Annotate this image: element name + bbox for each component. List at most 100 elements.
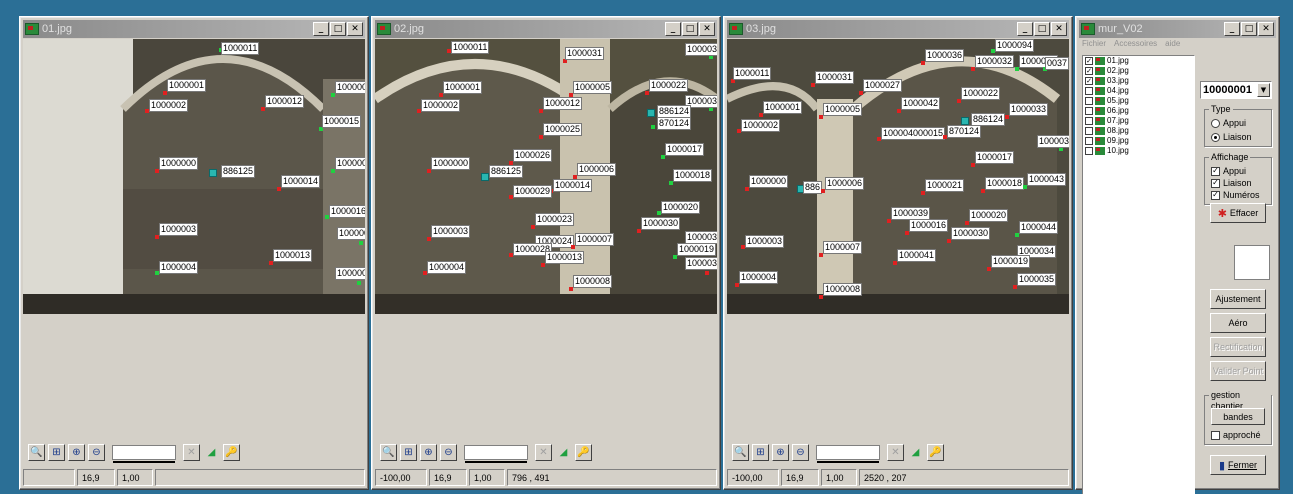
zoom-in-icon[interactable]: ⊕ (68, 443, 85, 461)
zoom-out-icon[interactable]: ⊖ (792, 443, 809, 461)
type-appui-option[interactable]: Appui (1211, 118, 1246, 128)
selected-point-marker[interactable] (209, 169, 217, 177)
checkbox-approche[interactable] (1211, 430, 1220, 440)
image-checkbox[interactable] (1085, 137, 1093, 145)
selected-point-marker[interactable] (961, 117, 969, 125)
cancel-icon[interactable]: ✕ (887, 443, 904, 461)
minimize-button[interactable]: _ (313, 22, 329, 36)
image-checkbox[interactable] (1085, 97, 1093, 105)
image-list-item[interactable]: 04.jpg (1083, 86, 1194, 96)
measure-icon[interactable]: ◢ (203, 444, 220, 461)
ajustement-button[interactable]: Ajustement (1210, 289, 1266, 309)
image-list-item[interactable]: 07.jpg (1083, 116, 1194, 126)
checkbox-liaison[interactable]: ✓ (1211, 178, 1220, 188)
approche-option[interactable]: approché (1211, 430, 1261, 440)
point-marker[interactable] (359, 241, 363, 245)
menu-fichier[interactable]: Fichier (1082, 39, 1106, 53)
window-title: mur_V02 (1098, 23, 1143, 35)
fit-view-icon[interactable]: ⊞ (400, 443, 417, 461)
fit-view-icon[interactable]: ⊞ (48, 443, 65, 461)
measure-icon[interactable]: ◢ (555, 444, 572, 461)
window-titlebar[interactable]: 01.jpg _ □ ✕ (23, 20, 365, 38)
menu-accessoires[interactable]: Accessoires (1114, 39, 1157, 53)
erase-button[interactable]: ✱ Effacer (1210, 203, 1266, 223)
fermer-button[interactable]: ▮ Fermer (1210, 455, 1266, 475)
zoom-slider[interactable] (464, 444, 528, 463)
photo-view[interactable]: 1000011 1000001 1000002 1000012 1000005 10000… (23, 39, 365, 314)
image-checkbox[interactable] (1085, 117, 1093, 125)
zoom-in-icon[interactable]: ⊕ (772, 443, 789, 461)
maximize-button[interactable]: □ (1034, 22, 1050, 36)
menu-aide[interactable]: aide (1165, 39, 1180, 53)
selected-point-marker[interactable] (647, 109, 655, 117)
selected-point-marker[interactable] (481, 173, 489, 181)
photo-view[interactable]: 1000011 1000031 1000032 1000001 1000005 10000… (375, 39, 717, 314)
image-list-item[interactable]: 09.jpg (1083, 136, 1194, 146)
zoom-slider[interactable] (112, 444, 176, 463)
zoom-out-icon[interactable]: ⊖ (88, 443, 105, 461)
display-liaison-option[interactable]: ✓ Liaison (1211, 178, 1252, 188)
image-list-item[interactable]: 08.jpg (1083, 126, 1194, 136)
key-icon[interactable]: 🔑 (927, 443, 944, 461)
window-titlebar[interactable]: 03.jpg _ □ ✕ (727, 20, 1069, 38)
zoom-icon[interactable]: 🔍 (380, 443, 397, 461)
image-checkbox[interactable] (1085, 87, 1093, 95)
radio-appui[interactable] (1211, 118, 1220, 128)
cancel-icon[interactable]: ✕ (535, 443, 552, 461)
image-list-item[interactable]: 05.jpg (1083, 96, 1194, 106)
rectification-button[interactable]: Rectification (1210, 337, 1266, 357)
point-label: 1000011 (451, 41, 490, 54)
maximize-button[interactable]: □ (1241, 22, 1257, 36)
point-marker[interactable] (705, 271, 709, 275)
zoom-in-icon[interactable]: ⊕ (420, 443, 437, 461)
zoom-slider[interactable] (816, 444, 880, 463)
fit-view-icon[interactable]: ⊞ (752, 443, 769, 461)
key-icon[interactable]: 🔑 (575, 443, 592, 461)
cancel-icon[interactable]: ✕ (183, 443, 200, 461)
image-checkbox[interactable]: ✓ (1085, 77, 1093, 85)
image-icon (1095, 107, 1105, 115)
zoom-out-icon[interactable]: ⊖ (440, 443, 457, 461)
measure-icon[interactable]: ◢ (907, 444, 924, 461)
photo-view[interactable]: 1000094 1000036 1000032 1000093 0037 1000011 1… (727, 39, 1069, 314)
point-marker[interactable] (357, 281, 361, 285)
image-checkbox[interactable]: ✓ (1085, 67, 1093, 75)
image-checkbox[interactable] (1085, 147, 1093, 155)
checkbox-appui[interactable]: ✓ (1211, 166, 1220, 176)
image-list[interactable]: ✓ 01.jpg ✓ 02.jpg ✓ 03.jpg 04.jpg 05.jpg 06.jpg 0… (1082, 55, 1195, 494)
zoom-icon[interactable]: 🔍 (28, 443, 45, 461)
checkbox-numeros[interactable]: ✓ (1211, 190, 1220, 200)
image-list-item[interactable]: ✓ 02.jpg (1083, 66, 1194, 76)
image-list-item[interactable]: 06.jpg (1083, 106, 1194, 116)
point-label: 1000011 (221, 42, 260, 55)
radio-liaison[interactable] (1211, 132, 1220, 142)
image-list-item[interactable]: 10.jpg (1083, 146, 1194, 156)
image-checkbox[interactable] (1085, 127, 1093, 135)
image-checkbox[interactable]: ✓ (1085, 57, 1093, 65)
window-titlebar[interactable]: 02.jpg _ □ ✕ (375, 20, 717, 38)
image-checkbox[interactable] (1085, 107, 1093, 115)
aero-button[interactable]: Aéro (1210, 313, 1266, 333)
close-button[interactable]: ✕ (347, 22, 363, 36)
minimize-button[interactable]: _ (1017, 22, 1033, 36)
maximize-button[interactable]: □ (330, 22, 346, 36)
close-button[interactable]: ✕ (1258, 22, 1274, 36)
close-button[interactable]: ✕ (699, 22, 715, 36)
point-marker[interactable] (651, 125, 655, 129)
image-list-item[interactable]: ✓ 01.jpg (1083, 56, 1194, 66)
chevron-down-icon[interactable]: ▼ (1257, 83, 1270, 97)
display-appui-option[interactable]: ✓ Appui (1211, 166, 1246, 176)
key-icon[interactable]: 🔑 (223, 443, 240, 461)
maximize-button[interactable]: □ (682, 22, 698, 36)
minimize-button[interactable]: _ (665, 22, 681, 36)
close-button[interactable]: ✕ (1051, 22, 1067, 36)
minimize-button[interactable]: _ (1224, 22, 1240, 36)
point-select[interactable]: 10000001 ▼ (1200, 81, 1272, 99)
image-list-item[interactable]: ✓ 03.jpg (1083, 76, 1194, 86)
display-numeros-option[interactable]: ✓ Numéros (1211, 190, 1260, 200)
type-liaison-option[interactable]: Liaison (1211, 132, 1252, 142)
bandes-button[interactable]: bandes (1211, 408, 1265, 425)
valider-point-button[interactable]: Valider Point (1210, 361, 1266, 381)
zoom-icon[interactable]: 🔍 (732, 443, 749, 461)
window-titlebar[interactable]: mur_V02 _ □ ✕ (1079, 20, 1276, 38)
